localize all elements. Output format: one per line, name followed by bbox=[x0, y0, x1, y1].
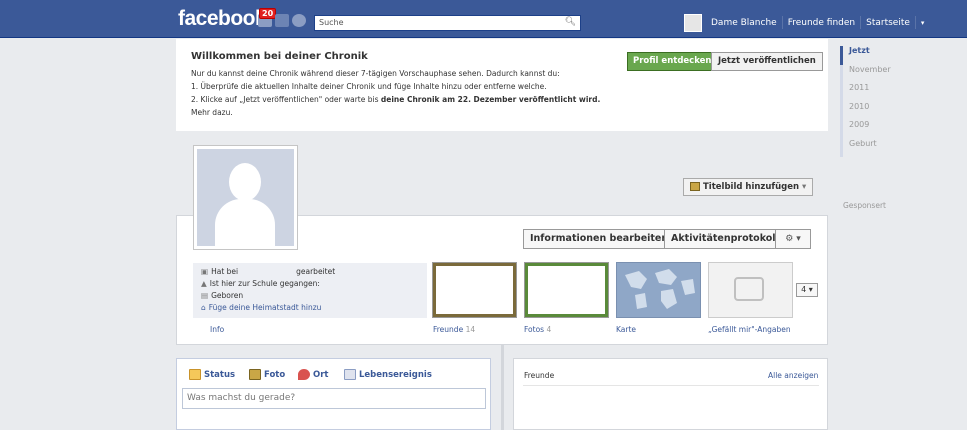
timeline-nav-2010[interactable]: 2010 bbox=[840, 101, 891, 120]
publish-now-button[interactable]: Jetzt veröffentlichen bbox=[711, 52, 823, 71]
user-avatar[interactable] bbox=[684, 14, 702, 32]
profile-picture[interactable] bbox=[193, 145, 298, 250]
info-link[interactable]: Info bbox=[210, 325, 224, 334]
jewel-icons: 20 bbox=[258, 8, 306, 27]
learn-more-link[interactable]: Mehr dazu. bbox=[191, 108, 233, 117]
world-map-icon bbox=[625, 269, 695, 309]
silhouette-head-icon bbox=[229, 163, 261, 201]
photos-thumbnail[interactable] bbox=[524, 262, 609, 318]
tab-photo-label: Foto bbox=[264, 370, 286, 380]
add-cover-label: Titelbild hinzufügen bbox=[703, 182, 800, 192]
life-event-icon bbox=[344, 369, 356, 380]
notification-badge: 20 bbox=[259, 8, 277, 19]
timeline-nav-november[interactable]: November bbox=[840, 64, 891, 83]
map-link[interactable]: Karte bbox=[616, 325, 636, 334]
info-school-text: Ist hier zur Schule gegangen: bbox=[209, 279, 320, 288]
tab-status-label: Status bbox=[204, 370, 236, 380]
find-friends-link[interactable]: Freunde finden bbox=[783, 18, 860, 28]
tab-place[interactable]: Ort bbox=[298, 369, 328, 380]
worked-at-prefix: Hat bei bbox=[211, 267, 239, 276]
timeline-nav-2009[interactable]: 2009 bbox=[840, 120, 891, 139]
messages-icon[interactable] bbox=[275, 14, 289, 27]
friends-count: 14 bbox=[465, 325, 476, 334]
timeline-nav-birth[interactable]: Geburt bbox=[840, 138, 891, 157]
photos-count: 4 bbox=[546, 325, 552, 334]
user-name-link[interactable]: Dame Blanche bbox=[706, 18, 782, 28]
see-all-friends-link[interactable]: Alle anzeigen bbox=[768, 371, 818, 380]
welcome-title: Willkommen bei deiner Chronik bbox=[191, 51, 368, 62]
info-born: ▤ Geboren bbox=[201, 291, 243, 300]
settings-gear-icon[interactable]: ⚙ ▾ bbox=[775, 229, 811, 249]
photos-link[interactable]: Fotos 4 bbox=[524, 325, 551, 334]
facebook-logo[interactable]: facebook bbox=[178, 7, 267, 31]
school-icon: ▲ bbox=[201, 279, 207, 288]
activity-log-button[interactable]: Aktivitätenprotokoll bbox=[664, 229, 786, 249]
profile-info-box: ▣ Hat bei gearbeitet ▲ Ist hier zur Schule … bbox=[193, 263, 427, 318]
location-pin-icon bbox=[298, 369, 310, 380]
timeline-year-nav: Jetzt November 2011 2010 2009 Geburt bbox=[840, 46, 891, 157]
welcome-text-3: 2. Klicke auf „Jetzt veröffentlichen" od… bbox=[191, 95, 600, 104]
photo-icon bbox=[690, 182, 700, 191]
silhouette-body-icon bbox=[215, 199, 275, 246]
add-hometown-link[interactable]: ⌂ Füge deine Heimatstadt hinzu bbox=[201, 303, 321, 312]
search-input[interactable]: Suche 🔍︎ bbox=[314, 15, 581, 31]
discover-profile-button[interactable]: Profil entdecken bbox=[627, 52, 718, 71]
house-icon: ⌂ bbox=[201, 303, 206, 312]
friends-link[interactable]: Freunde 14 bbox=[433, 325, 475, 334]
add-hometown-text: Füge deine Heimatstadt hinzu bbox=[208, 303, 322, 312]
more-sections-button[interactable]: 4 ▾ bbox=[796, 283, 818, 297]
account-menu-caret-icon[interactable]: ▾ bbox=[916, 19, 930, 27]
info-school: ▲ Ist hier zur Schule gegangen: bbox=[201, 279, 320, 288]
welcome-text-1: Nur du kannst deine Chronik während dies… bbox=[191, 69, 560, 78]
thumbs-up-icon bbox=[734, 277, 764, 301]
tab-life-event-label: Lebensereignis bbox=[359, 370, 432, 380]
sponsored-label: Gesponsert bbox=[843, 201, 886, 210]
edit-info-button[interactable]: Informationen bearbeiten bbox=[523, 229, 676, 249]
photos-label: Fotos bbox=[524, 325, 545, 334]
status-input[interactable]: Was machst du gerade? bbox=[182, 388, 486, 409]
map-thumbnail[interactable] bbox=[616, 262, 701, 318]
friends-thumbnail[interactable] bbox=[432, 262, 517, 318]
welcome-text-3-prefix: 2. Klicke auf „Jetzt veröffentlichen" od… bbox=[191, 95, 381, 104]
worked-at-suffix: gearbeitet bbox=[296, 267, 336, 276]
search-placeholder: Suche bbox=[319, 18, 344, 27]
divider bbox=[523, 385, 819, 386]
info-born-text: Geboren bbox=[211, 291, 244, 300]
status-icon bbox=[189, 369, 201, 380]
friends-box bbox=[513, 358, 828, 430]
welcome-text-2: 1. Überprüfe die aktuellen Inhalte deine… bbox=[191, 82, 547, 91]
welcome-text-3-bold: deine Chronik am 22. Dezember veröffentl… bbox=[380, 95, 601, 104]
timeline-nav-2011[interactable]: 2011 bbox=[840, 83, 891, 102]
timeline-welcome-box: Willkommen bei deiner Chronik Nur du kan… bbox=[176, 39, 828, 131]
friends-label: Freunde bbox=[433, 325, 464, 334]
more-sections-count: 4 bbox=[801, 285, 807, 294]
briefcase-icon: ▣ bbox=[201, 267, 209, 276]
tab-status[interactable]: Status bbox=[189, 369, 235, 380]
tab-photo[interactable]: Foto bbox=[249, 369, 285, 380]
timeline-nav-now[interactable]: Jetzt bbox=[840, 46, 891, 65]
tab-life-event[interactable]: Lebensereignis bbox=[344, 369, 432, 380]
search-icon[interactable]: 🔍︎ bbox=[565, 17, 576, 27]
friend-requests-icon[interactable]: 20 bbox=[258, 8, 277, 27]
timeline-spine bbox=[501, 345, 504, 430]
calendar-icon: ▤ bbox=[201, 291, 209, 300]
tab-place-label: Ort bbox=[313, 370, 329, 380]
top-bar: facebook 20 Suche 🔍︎ Dame Blanche Freund… bbox=[0, 0, 967, 38]
notifications-globe-icon[interactable] bbox=[292, 14, 306, 27]
likes-link[interactable]: „Gefällt mir"-Angaben bbox=[708, 325, 791, 334]
home-link[interactable]: Startseite bbox=[861, 18, 915, 28]
add-cover-photo-button[interactable]: Titelbild hinzufügen ▾ bbox=[683, 178, 814, 196]
right-column bbox=[829, 211, 967, 430]
info-worked-at: ▣ Hat bei gearbeitet bbox=[201, 267, 335, 276]
friends-box-title: Freunde bbox=[524, 371, 555, 380]
photo-icon bbox=[249, 369, 261, 380]
chevron-down-icon: ▾ bbox=[802, 182, 807, 192]
